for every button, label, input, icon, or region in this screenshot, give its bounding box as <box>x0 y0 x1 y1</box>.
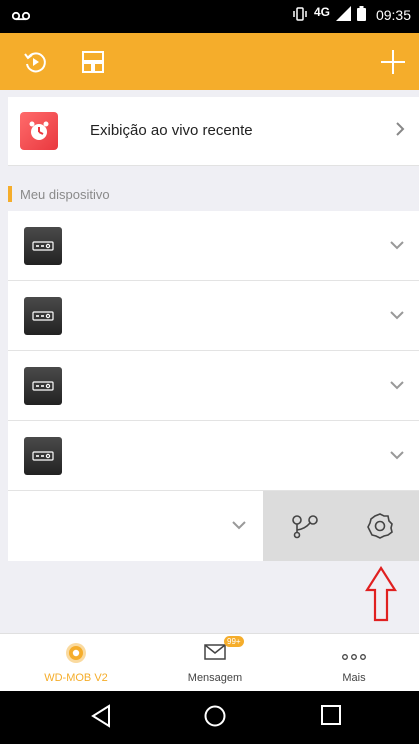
chevron-right-icon <box>395 121 405 142</box>
tab-label: Mais <box>342 672 366 684</box>
row-actions <box>263 491 419 561</box>
system-nav-bar <box>0 691 419 744</box>
unread-badge: 99+ <box>224 636 244 647</box>
dvr-device-icon <box>24 437 62 475</box>
alarm-clock-icon <box>20 112 58 150</box>
battery-icon <box>356 6 366 24</box>
section-accent-bar <box>8 186 12 202</box>
chevron-down-icon[interactable] <box>389 237 405 255</box>
network-type: 4G <box>313 5 330 19</box>
swiped-device-row[interactable] <box>8 491 419 561</box>
chevron-down-icon[interactable] <box>389 447 405 465</box>
mail-icon: 99+ <box>204 636 244 665</box>
chevron-down-icon[interactable] <box>389 307 405 325</box>
tab-label: Mensagem <box>187 672 243 684</box>
vibrate-icon <box>292 6 308 24</box>
section-header: Meu dispositivo <box>8 180 110 208</box>
device-row-content[interactable] <box>8 491 263 561</box>
layout-icon[interactable] <box>78 47 108 77</box>
bottom-tab-bar: WD-MOB V2 99+ Mensagem Mais <box>0 633 419 691</box>
tab-messages[interactable]: 99+ Mensagem <box>145 634 285 692</box>
share-icon[interactable] <box>291 513 319 546</box>
annotation-arrow-up-icon <box>364 565 398 627</box>
chevron-down-icon[interactable] <box>231 517 247 535</box>
tab-more[interactable]: Mais <box>284 634 419 692</box>
device-row[interactable] <box>8 421 419 491</box>
recent-live-view-item[interactable]: Exibição ao vivo recente <box>8 97 419 166</box>
tab-label: WD-MOB V2 <box>44 672 108 684</box>
voicemail-icon <box>11 8 31 26</box>
recent-live-view-label: Exibição ao vivo recente <box>90 122 253 139</box>
device-row[interactable] <box>8 211 419 281</box>
chevron-down-icon[interactable] <box>389 377 405 395</box>
camera-lens-icon <box>65 642 87 669</box>
plus-icon[interactable] <box>378 47 408 77</box>
replay-icon[interactable] <box>20 47 50 77</box>
back-icon[interactable] <box>90 704 112 733</box>
status-bar: 4G 09:35 <box>0 0 419 33</box>
dvr-device-icon <box>24 367 62 405</box>
clock: 09:35 <box>375 7 411 23</box>
dvr-device-icon <box>24 297 62 335</box>
device-row[interactable] <box>8 351 419 421</box>
tab-device[interactable]: WD-MOB V2 <box>6 634 146 692</box>
section-title: Meu dispositivo <box>20 186 110 202</box>
more-dots-icon <box>342 648 366 666</box>
settings-gear-icon[interactable] <box>367 513 393 544</box>
app-bar <box>0 33 419 90</box>
device-row[interactable] <box>8 281 419 351</box>
dvr-device-icon <box>24 227 62 265</box>
signal-icon <box>335 6 351 24</box>
home-icon[interactable] <box>203 704 227 733</box>
recents-icon[interactable] <box>320 704 342 731</box>
